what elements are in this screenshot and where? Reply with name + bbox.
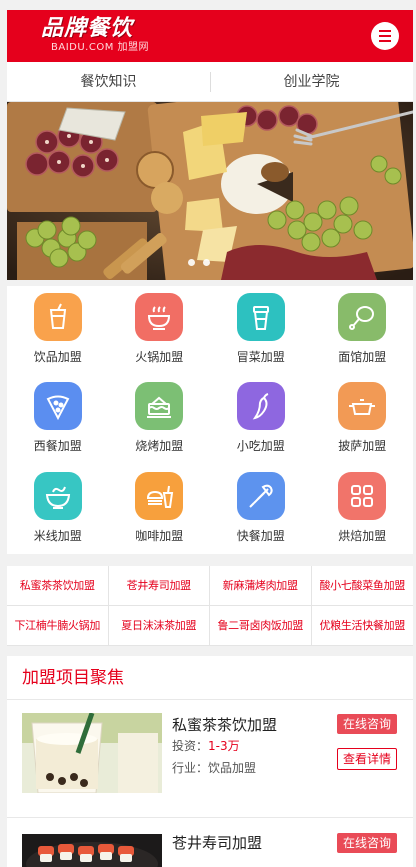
category-coffee[interactable]: 咖啡加盟 — [109, 465, 211, 554]
hot-link[interactable]: 酸小七酸菜鱼加盟 — [311, 566, 413, 606]
logo-title: 品牌餐饮 — [41, 16, 134, 41]
project-name[interactable]: 私蜜茶茶饮加盟 — [172, 715, 277, 735]
category-label: 面馆加盟 — [338, 350, 387, 364]
invest-value: 1-3万 — [208, 739, 240, 753]
top-header: 品牌餐饮 BAIDU.COM 加盟网 — [7, 10, 413, 62]
category-label: 西餐加盟 — [33, 439, 82, 454]
category-label: 饮品加盟 — [33, 350, 82, 364]
ice-cream-icon — [236, 471, 285, 520]
cake-icon — [135, 382, 184, 431]
category-grid: 饮品加盟 火锅加盟 冒菜加盟 面馆加盟 西餐加盟 烧烤加盟 小吃加盟 披萨加盟 … — [7, 286, 413, 554]
carousel-dots — [188, 259, 210, 266]
category-label: 冒菜加盟 — [236, 350, 285, 364]
item-divider — [7, 817, 413, 818]
top-nav: 餐饮知识 创业学院 — [7, 62, 413, 102]
online-consult-button[interactable]: 在线咨询 — [337, 714, 397, 734]
hot-link[interactable]: 新麻蒲烤肉加盟 — [210, 566, 312, 606]
takeaway-cup-icon — [236, 293, 285, 341]
category-snacks[interactable]: 小吃加盟 — [210, 375, 312, 464]
hot-link[interactable]: 苍井寿司加盟 — [108, 566, 210, 606]
carousel-dot[interactable] — [203, 259, 210, 266]
category-label: 烧烤加盟 — [135, 439, 184, 454]
nav-item-food-knowledge[interactable]: 餐饮知识 — [7, 62, 210, 101]
category-label: 火锅加盟 — [135, 350, 184, 364]
category-western[interactable]: 西餐加盟 — [7, 375, 109, 464]
category-bakery[interactable]: 烘焙加盟 — [312, 465, 414, 554]
hamburger-menu-icon[interactable] — [371, 22, 399, 50]
menu-line — [379, 40, 391, 42]
drink-cup-icon — [33, 293, 82, 341]
hot-link[interactable]: 下江楠牛腩火锅加 — [7, 606, 109, 646]
sushi-photo[interactable] — [22, 834, 162, 867]
noodle-bowl-icon — [33, 471, 82, 520]
milk-tea-photo[interactable] — [22, 713, 162, 793]
pizza-icon — [33, 382, 82, 431]
category-pizza[interactable]: 披萨加盟 — [312, 375, 414, 464]
hot-link[interactable]: 私蜜茶茶饮加盟 — [7, 566, 109, 606]
section-title: 加盟项目聚焦 — [7, 656, 413, 700]
app-page: 品牌餐饮 BAIDU.COM 加盟网 餐饮知识 创业学院 饮品加盟 火锅加盟 冒… — [0, 0, 416, 867]
category-fast-food[interactable]: 快餐加盟 — [210, 465, 312, 554]
category-drinks[interactable]: 饮品加盟 — [7, 286, 109, 375]
project-item[interactable]: 苍井寿司加盟 在线咨询 — [7, 831, 413, 867]
menu-line — [379, 30, 391, 32]
brand-logo[interactable]: 品牌餐饮 BAIDU.COM 加盟网 — [41, 16, 161, 60]
menu-line — [379, 35, 391, 37]
project-name[interactable]: 苍井寿司加盟 — [172, 833, 262, 853]
hotpot-icon — [135, 293, 184, 341]
invest-label: 投资： — [172, 739, 209, 753]
category-label: 咖啡加盟 — [135, 528, 184, 543]
online-consult-button[interactable]: 在线咨询 — [337, 833, 397, 853]
pot-icon — [338, 382, 387, 431]
category-label: 米线加盟 — [33, 528, 82, 543]
category-label: 披萨加盟 — [338, 439, 387, 454]
burger-drink-icon — [135, 471, 184, 520]
project-industry: 行业：饮品加盟 — [172, 761, 257, 775]
category-rice-noodle[interactable]: 米线加盟 — [7, 465, 109, 554]
category-label: 小吃加盟 — [236, 439, 285, 454]
category-hotpot[interactable]: 火锅加盟 — [109, 286, 211, 375]
category-bbq[interactable]: 烧烤加盟 — [109, 375, 211, 464]
banner-carousel[interactable] — [7, 102, 413, 280]
grid-squares-icon — [338, 471, 387, 520]
view-details-button[interactable]: 查看详情 — [337, 748, 397, 770]
category-label: 快餐加盟 — [236, 528, 285, 543]
project-investment: 投资：1-3万 — [172, 738, 240, 754]
hot-link[interactable]: 夏日沫沫茶加盟 — [108, 606, 210, 646]
category-label: 烘焙加盟 — [338, 528, 387, 543]
carousel-dot[interactable] — [188, 259, 195, 266]
hot-link[interactable]: 优粮生活快餐加盟 — [311, 606, 413, 646]
chicken-leg-icon — [338, 293, 387, 341]
hot-brand-links: 私蜜茶茶饮加盟 苍井寿司加盟 新麻蒲烤肉加盟 酸小七酸菜鱼加盟 下江楠牛腩火锅加… — [7, 566, 413, 646]
logo-subtitle: BAIDU.COM 加盟网 — [51, 42, 150, 53]
featured-projects: 加盟项目聚焦 私蜜茶茶饮加盟 投资：1-3万 行业：饮品加盟 在线咨询 查看详情… — [7, 656, 413, 867]
hot-link[interactable]: 鲁二哥卤肉饭加盟 — [210, 606, 312, 646]
chili-icon — [236, 382, 285, 431]
nav-item-startup-academy[interactable]: 创业学院 — [210, 62, 413, 101]
category-noodle-shop[interactable]: 面馆加盟 — [312, 286, 414, 375]
category-maocai[interactable]: 冒菜加盟 — [210, 286, 312, 375]
food-platter-photo — [7, 102, 413, 280]
project-item[interactable]: 私蜜茶茶饮加盟 投资：1-3万 行业：饮品加盟 在线咨询 查看详情 — [7, 713, 413, 803]
